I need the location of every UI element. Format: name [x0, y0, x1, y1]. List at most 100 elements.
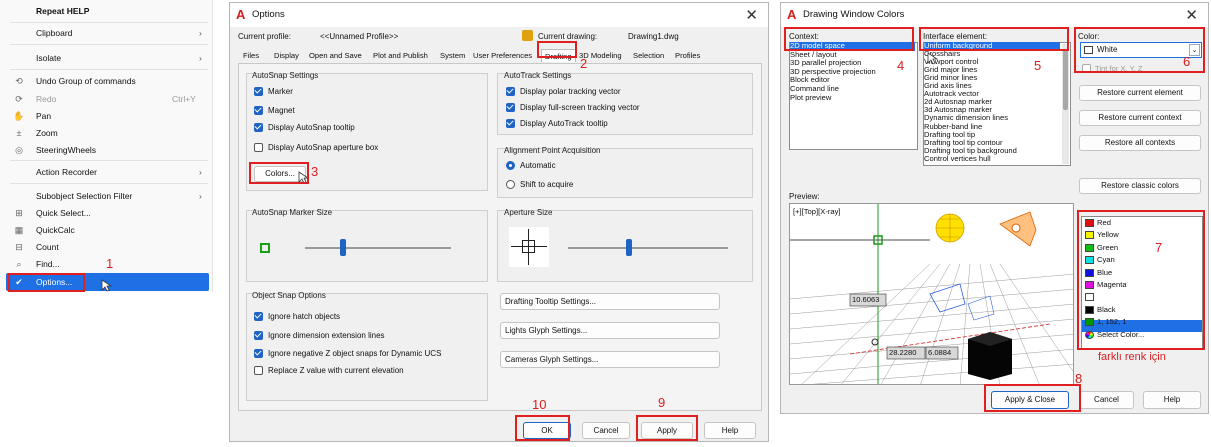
close-icon[interactable]: ✕: [745, 6, 758, 24]
tab-user-preferences[interactable]: User Preferences: [473, 49, 532, 62]
different-color-note: farklı renk için: [1098, 351, 1166, 363]
tab-open-save[interactable]: Open and Save: [309, 49, 362, 62]
restore-current-context-button[interactable]: Restore current context: [1079, 110, 1201, 126]
autotrack-tooltip-label: Display AutoTrack tooltip: [520, 119, 608, 128]
annotation-box-apply: [636, 415, 698, 441]
step-7-label: 7: [1155, 240, 1163, 255]
menu-item-quickcalc[interactable]: ▦ QuickCalc: [0, 221, 213, 239]
marker-size-track: [305, 247, 451, 249]
automatic-label: Automatic: [520, 161, 556, 170]
tab-profiles[interactable]: Profiles: [675, 49, 700, 62]
aperture-size-slider[interactable]: [626, 239, 632, 256]
ignore-negative-z-checkbox[interactable]: [254, 349, 263, 358]
help-button[interactable]: Help: [704, 422, 756, 439]
options-title-bar: A Options ✕: [230, 3, 768, 27]
marker-size-group: [246, 210, 488, 282]
ignore-dim-ext-label: Ignore dimension extension lines: [268, 331, 385, 340]
context-menu: Repeat HELP Clipboard › Isolate › ⟲ Undo Gr…: [0, 0, 213, 292]
preview-viewport: [+][Top][X-ray] 10.6063 28.2280 6.0884: [789, 203, 1074, 385]
interface-element-item[interactable]: Control vertices hull: [924, 154, 1060, 164]
menu-item-pan[interactable]: ✋ Pan: [0, 107, 213, 125]
current-profile-value: <<Unnamed Profile>>: [320, 32, 399, 41]
hand-pan-icon: ✋: [13, 111, 25, 121]
step-2-label: 2: [580, 56, 588, 71]
cameras-glyph-settings-button[interactable]: Cameras Glyph Settings...: [500, 351, 720, 368]
find-icon: ⌕: [16, 259, 22, 269]
menu-item-isolate[interactable]: Isolate ›: [0, 49, 213, 67]
close-icon[interactable]: ✕: [1185, 6, 1198, 24]
menu-item-count[interactable]: ⊟ Count: [0, 238, 213, 256]
dwc-cancel-button[interactable]: Cancel: [1079, 391, 1134, 409]
chevron-right-icon: ›: [199, 53, 202, 63]
ignore-negative-z-label: Ignore negative Z object snaps for Dynam…: [268, 349, 442, 358]
drafting-tooltip-settings-button[interactable]: Drafting Tooltip Settings...: [500, 293, 720, 310]
annotation-box-ok: [515, 415, 570, 441]
magnet-checkbox[interactable]: [254, 106, 263, 115]
autosnap-tooltip-checkbox[interactable]: [254, 123, 263, 132]
autocad-logo-icon: A: [787, 7, 797, 22]
tab-plot-publish[interactable]: Plot and Publish: [373, 49, 428, 62]
restore-classic-colors-button[interactable]: Restore classic colors: [1079, 178, 1201, 194]
menu-item-clipboard[interactable]: Clipboard ›: [0, 24, 213, 42]
restore-all-contexts-button[interactable]: Restore all contexts: [1079, 135, 1201, 151]
tab-system[interactable]: System: [440, 49, 465, 62]
listbox-scrollbar[interactable]: [1062, 44, 1069, 164]
drawing-icon: [522, 30, 533, 41]
menu-item-quick-select[interactable]: ⊞ Quick Select...: [0, 204, 213, 222]
tab-files[interactable]: Files: [243, 49, 259, 62]
current-drawing-label: Current drawing:: [538, 32, 598, 41]
replace-z-label: Replace Z value with current elevation: [268, 366, 404, 375]
lights-glyph-settings-button[interactable]: Lights Glyph Settings...: [500, 322, 720, 339]
context-item[interactable]: Plot preview: [790, 93, 915, 103]
shift-acquire-radio[interactable]: [506, 180, 515, 189]
count-icon: ⊟: [15, 242, 23, 252]
menu-item-zoom[interactable]: ± Zoom: [0, 124, 213, 142]
menu-item-steeringwheels[interactable]: ◎ SteeringWheels: [0, 141, 213, 159]
menu-item-action-recorder[interactable]: Action Recorder ›: [0, 163, 213, 181]
aperture-box-label: Display AutoSnap aperture box: [268, 143, 379, 152]
menu-item-repeat-help[interactable]: Repeat HELP: [0, 2, 213, 20]
autosnap-tooltip-label: Display AutoSnap tooltip: [268, 123, 355, 132]
fullscreen-tracking-checkbox[interactable]: [506, 103, 515, 112]
zoom-icon: ±: [16, 128, 22, 138]
calculator-icon: ▦: [14, 225, 24, 235]
marker-label: Marker: [268, 87, 293, 96]
autotrack-settings-title: AutoTrack Settings: [504, 71, 572, 80]
ignore-dim-ext-checkbox[interactable]: [254, 331, 263, 340]
cancel-button[interactable]: Cancel: [582, 422, 630, 439]
menu-item-undo[interactable]: ⟲ Undo Group of commands: [0, 72, 213, 90]
automatic-radio[interactable]: [506, 161, 515, 170]
redo-icon: ⟳: [15, 94, 23, 104]
dimension-1: 10.6063: [852, 295, 880, 304]
marker-size-slider[interactable]: [340, 239, 346, 256]
annotation-box-apply-close: [984, 384, 1081, 412]
marker-preview: [260, 243, 270, 253]
dwc-title-bar: A Drawing Window Colors ✕: [781, 3, 1208, 27]
autotrack-tooltip-checkbox[interactable]: [506, 119, 515, 128]
annotation-box-interface: [919, 27, 1069, 51]
step-1-label: 1: [106, 256, 114, 271]
ignore-hatch-label: Ignore hatch objects: [268, 312, 341, 321]
polar-tracking-label: Display polar tracking vector: [520, 87, 621, 96]
marker-size-title: AutoSnap Marker Size: [252, 208, 333, 217]
restore-current-element-button[interactable]: Restore current element: [1079, 85, 1201, 101]
options-dialog: A Options ✕ Current profile: <<Unnamed P…: [229, 2, 769, 442]
osnap-options-group: [246, 293, 488, 401]
menu-item-subobject-filter[interactable]: Subobject Selection Filter ›: [0, 187, 213, 205]
preview-scene: [790, 204, 1073, 384]
aperture-box-checkbox[interactable]: [254, 143, 263, 152]
replace-z-checkbox[interactable]: [254, 366, 263, 375]
ignore-hatch-checkbox[interactable]: [254, 312, 263, 321]
chevron-right-icon: ›: [199, 167, 202, 177]
marker-checkbox[interactable]: [254, 87, 263, 96]
polar-tracking-checkbox[interactable]: [506, 87, 515, 96]
menu-item-redo[interactable]: ⟳ Redo Ctrl+Y: [0, 90, 213, 108]
steering-wheel-icon: ◎: [15, 145, 23, 155]
aperture-preview: [509, 227, 549, 267]
tab-display[interactable]: Display: [274, 49, 299, 62]
current-drawing-value: Drawing1.dwg: [628, 32, 679, 41]
magnet-label: Magnet: [268, 106, 295, 115]
annotation-box-options: [8, 273, 85, 292]
tab-selection[interactable]: Selection: [633, 49, 664, 62]
dwc-help-button[interactable]: Help: [1143, 391, 1201, 409]
